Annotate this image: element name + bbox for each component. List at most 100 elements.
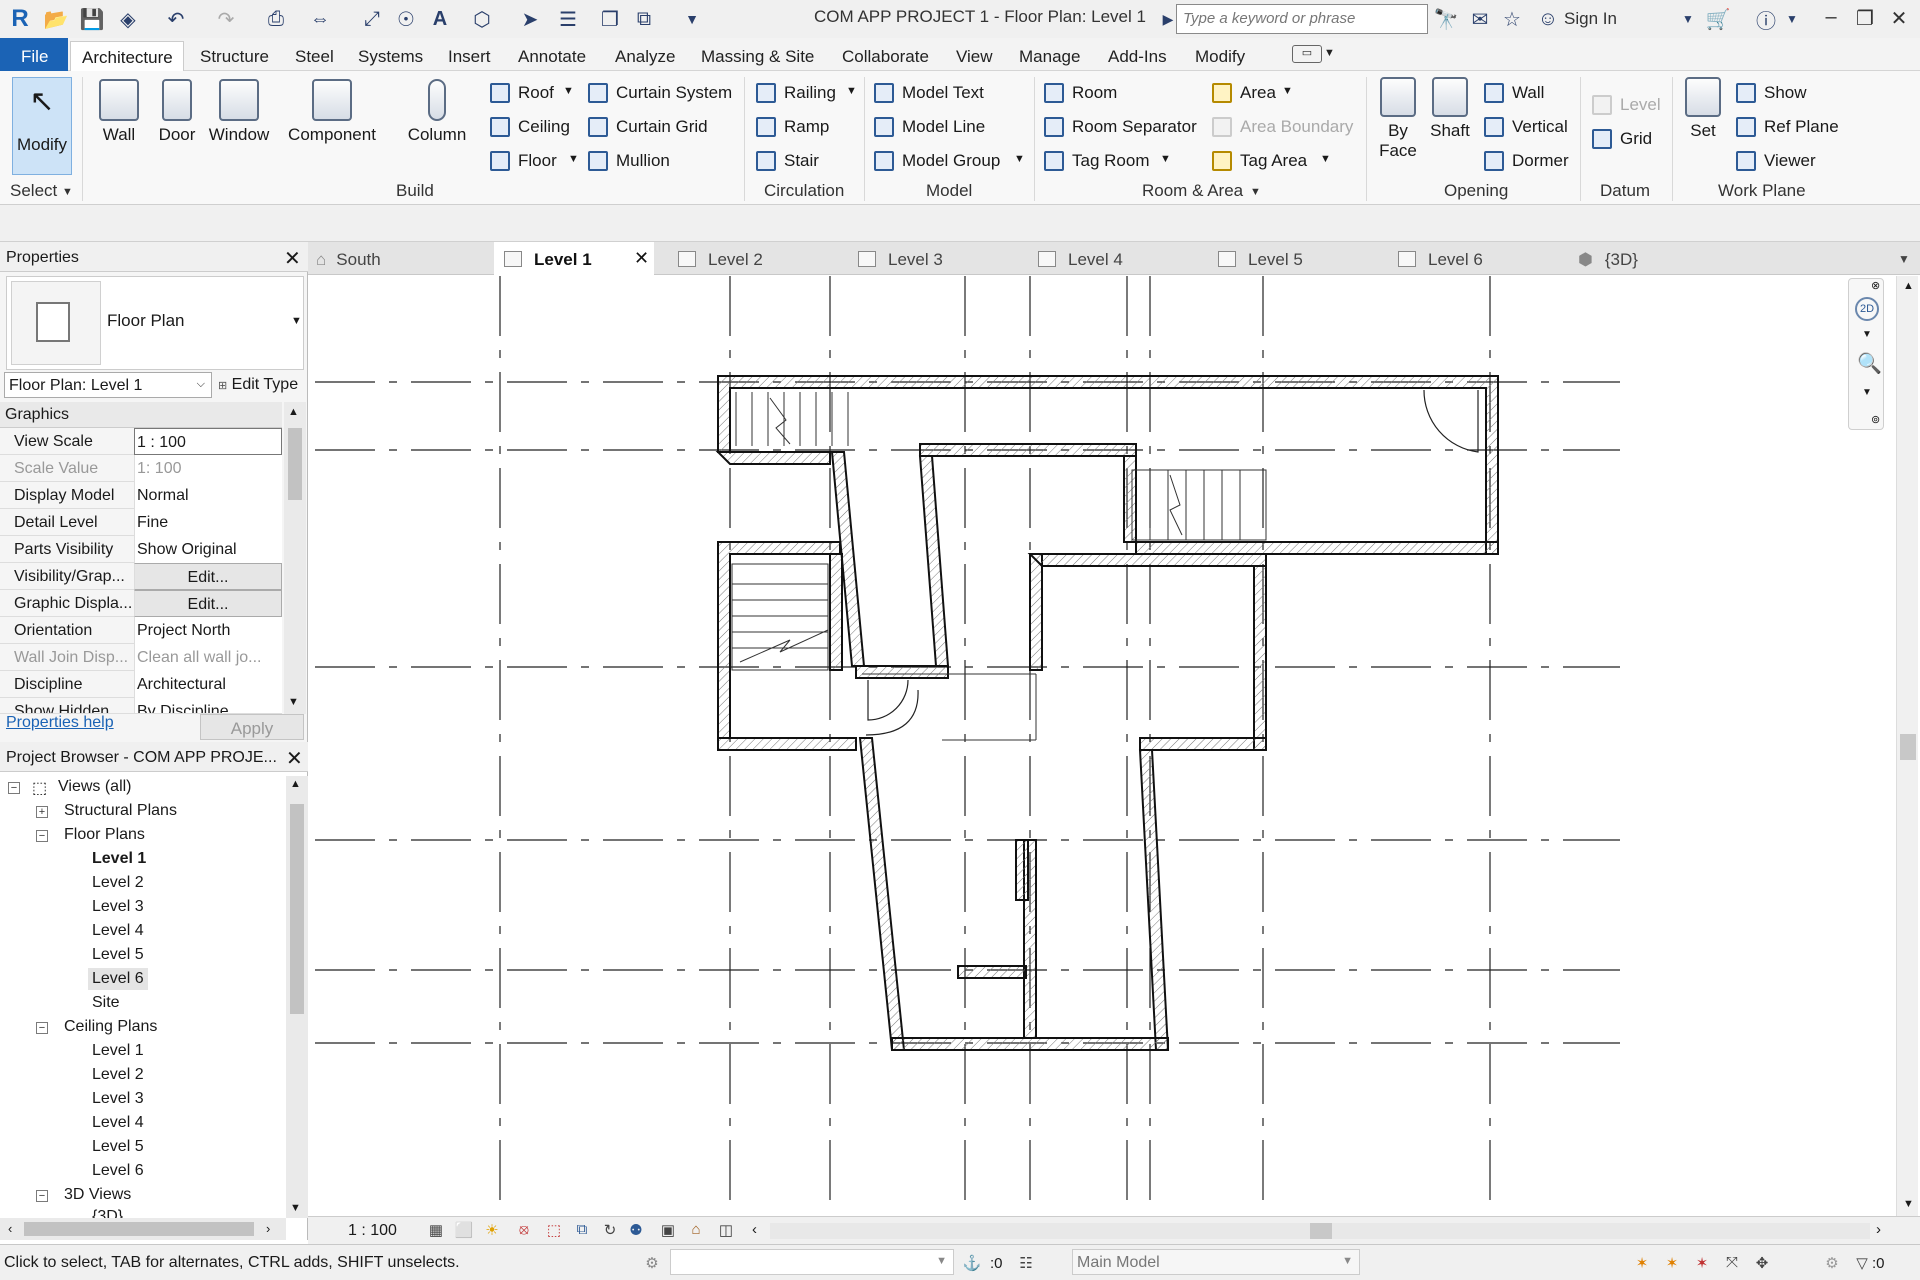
tag-area-dropdown-icon[interactable]: ▼	[1320, 153, 1331, 165]
property-row[interactable]: Detail Level Fine	[0, 509, 282, 536]
tabs-overflow-dropdown-icon[interactable]: ▼	[1898, 242, 1910, 275]
close-properties-icon[interactable]: ✕	[284, 246, 301, 271]
edit-type-button[interactable]: ⊞ Edit Type	[216, 372, 304, 398]
select-links-icon[interactable]: ✶	[1632, 1254, 1652, 1272]
tab-modify[interactable]: Modify	[1195, 47, 1245, 67]
room-area-dropdown-icon[interactable]: ▼	[1250, 186, 1261, 198]
background-processes-icon[interactable]: ⚙	[1822, 1254, 1842, 1272]
tab-level-3[interactable]: Level 3	[858, 242, 943, 275]
ramp-button[interactable]: Ramp	[784, 117, 829, 137]
drag-elements-icon[interactable]: ✥	[1752, 1254, 1772, 1272]
scroll-thumb[interactable]	[1900, 734, 1916, 760]
graphics-group-header[interactable]: Graphics	[0, 402, 282, 428]
help-icon[interactable]: ⓘ	[1754, 7, 1778, 33]
tree-floor-level-5[interactable]: Level 5	[92, 946, 144, 964]
shaft-button[interactable]: Shaft	[1424, 77, 1476, 141]
save-icon[interactable]: 💾	[80, 7, 105, 31]
set-work-plane-button[interactable]: Set	[1680, 77, 1726, 141]
tree-ceiling-plans[interactable]: Ceiling Plans	[64, 1018, 157, 1036]
viewer-button[interactable]: Viewer	[1764, 151, 1816, 171]
view-scale-input[interactable]: 1 : 100	[134, 428, 282, 455]
tab-annotate[interactable]: Annotate	[518, 47, 586, 67]
navbar-options-icon[interactable]: ⊚	[1871, 413, 1880, 426]
undo-icon[interactable]: ↶	[164, 7, 188, 31]
switch-windows-icon[interactable]: ⧉	[632, 7, 656, 31]
tree-ceiling-level-3[interactable]: Level 3	[92, 1090, 144, 1108]
property-value[interactable]: Project North	[134, 617, 282, 644]
tree-floor-level-4[interactable]: Level 4	[92, 922, 144, 940]
steering-wheel-2d-icon[interactable]: 2D	[1855, 297, 1879, 321]
property-value[interactable]: Normal	[134, 482, 282, 509]
sign-in-dropdown-icon[interactable]: ▼	[1676, 7, 1700, 31]
collapse-icon[interactable]: −	[8, 782, 20, 794]
property-row[interactable]: View Scale 1 : 100	[0, 428, 282, 455]
instance-filter-dropdown-icon[interactable]: ⌵	[197, 378, 205, 391]
canvas-vscroll[interactable]: ▲ ▼	[1896, 276, 1918, 1216]
property-row[interactable]: Orientation Project North	[0, 617, 282, 644]
aligned-dimension-icon[interactable]: ⤢	[360, 7, 384, 31]
tab-structure[interactable]: Structure	[200, 47, 269, 67]
tab-level-1-active[interactable]: Level 1 ✕	[494, 242, 654, 275]
filter-icon[interactable]: ▽	[1852, 1254, 1872, 1272]
model-text-button[interactable]: Model Text	[902, 83, 984, 103]
tag-area-button[interactable]: Tag Area	[1240, 151, 1307, 171]
apply-button[interactable]: Apply	[200, 714, 304, 740]
close-hidden-windows-icon[interactable]: ❐	[598, 7, 622, 31]
tab-level-2[interactable]: Level 2	[678, 242, 763, 275]
tree-ceiling-level-2[interactable]: Level 2	[92, 1066, 144, 1084]
workset-select[interactable]: ▼	[670, 1249, 954, 1275]
tree-3d-views[interactable]: 3D Views	[64, 1186, 131, 1204]
scroll-left-icon[interactable]: ‹	[8, 1221, 12, 1236]
select-pinned-icon[interactable]: ✶	[1692, 1254, 1712, 1272]
browser-vscroll[interactable]: ▲ ▼	[286, 776, 308, 1218]
show-analytical-model-icon[interactable]: ◫	[716, 1221, 736, 1239]
property-row[interactable]: Show Hidden ... By Discipline	[0, 698, 282, 714]
vertical-opening-button[interactable]: Vertical	[1512, 117, 1568, 137]
hscroll-right-icon[interactable]: ›	[1876, 1221, 1881, 1238]
close-window-icon[interactable]: ✕	[1884, 6, 1914, 32]
filter-view-icon[interactable]: ☷	[1016, 1254, 1036, 1272]
graphic-display-edit-button[interactable]: Edit...	[134, 590, 282, 617]
properties-scrollbar[interactable]: ▲ ▼	[284, 402, 306, 714]
modify-button[interactable]: ↖ Modify	[12, 77, 72, 175]
collapse-icon[interactable]: −	[36, 830, 48, 842]
close-navbar-icon[interactable]: ⊗	[1871, 279, 1880, 292]
sync-icon[interactable]: ◈	[116, 7, 140, 31]
help-dropdown-icon[interactable]: ▼	[1780, 7, 1804, 31]
door-button[interactable]: Door	[154, 79, 200, 145]
floor-plan-drawing[interactable]	[310, 276, 1898, 1216]
scroll-up-icon[interactable]: ▲	[288, 406, 299, 418]
canvas-hscroll[interactable]	[770, 1223, 1870, 1239]
design-option-dropdown-icon[interactable]: ▼	[1342, 1255, 1353, 1267]
stair-button[interactable]: Stair	[784, 151, 819, 171]
tab-steel[interactable]: Steel	[295, 47, 334, 67]
tag-icon[interactable]: ☉	[394, 7, 418, 31]
column-button[interactable]: Column	[404, 79, 470, 145]
visual-style-icon[interactable]: ⬜	[454, 1221, 474, 1239]
tree-floor-level-6[interactable]: Level 6	[88, 968, 148, 990]
scroll-right-icon[interactable]: ›	[266, 1221, 270, 1236]
tree-floor-level-3[interactable]: Level 3	[92, 898, 144, 916]
type-selector[interactable]: Floor Plan ▼	[6, 276, 304, 370]
hscroll-left-icon[interactable]: ‹	[752, 1221, 757, 1238]
window-button[interactable]: Window	[206, 79, 272, 145]
tree-ceiling-level-5[interactable]: Level 5	[92, 1138, 144, 1156]
default-3d-view-icon[interactable]: ⬡	[470, 7, 494, 31]
model-group-dropdown-icon[interactable]: ▼	[1014, 153, 1025, 165]
communication-center-icon[interactable]: ✉	[1468, 7, 1492, 31]
room-button[interactable]: Room	[1072, 83, 1117, 103]
sun-path-icon[interactable]: ☀	[482, 1221, 502, 1239]
search-input[interactable]: Type a keyword or phrase	[1176, 4, 1428, 34]
temporary-view-properties-icon[interactable]: ⌂	[686, 1221, 706, 1239]
instance-filter-select[interactable]: Floor Plan: Level 1 ⌵	[4, 372, 212, 398]
close-browser-icon[interactable]: ✕	[286, 746, 303, 771]
editable-only-icon[interactable]: ⚓	[962, 1254, 982, 1272]
property-row[interactable]: Graphic Displa... Edit...	[0, 590, 282, 617]
scroll-thumb[interactable]	[1310, 1223, 1332, 1239]
level-button[interactable]: Level	[1620, 95, 1661, 115]
room-separator-button[interactable]: Room Separator	[1072, 117, 1197, 137]
scroll-thumb[interactable]	[288, 428, 302, 500]
model-line-button[interactable]: Model Line	[902, 117, 985, 137]
property-row[interactable]: Parts Visibility Show Original	[0, 536, 282, 563]
select-underlay-icon[interactable]: ✶	[1662, 1254, 1682, 1272]
